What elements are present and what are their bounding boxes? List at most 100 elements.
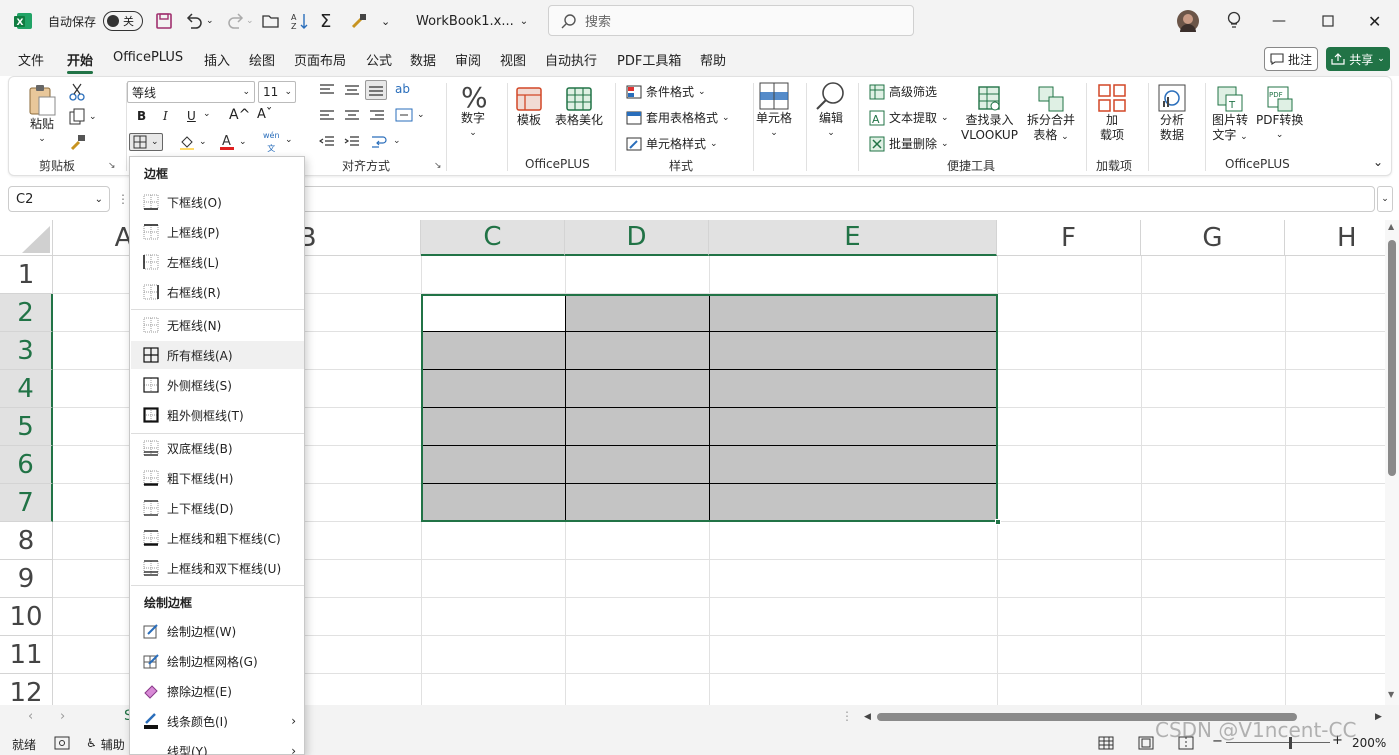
accessibility-status[interactable]: ♿ 辅助 <box>86 736 125 753</box>
clipboard-launcher-icon[interactable]: ↘ <box>108 161 116 171</box>
paste-button[interactable]: 粘贴 ⌄ <box>27 83 57 147</box>
column-header-e[interactable]: E <box>709 220 997 256</box>
borders-button[interactable]: ⌄ <box>129 133 163 151</box>
template-button[interactable]: 模板 <box>515 85 543 128</box>
row-header-11[interactable]: 11 <box>0 636 53 674</box>
number-format-button[interactable]: % 数字 ⌄ <box>459 81 487 141</box>
tab-page-layout[interactable]: 页面布局 <box>294 50 346 69</box>
save-icon[interactable] <box>155 0 173 42</box>
cut-icon[interactable] <box>69 83 85 101</box>
menu-item-right-border[interactable]: 右框线(R) <box>131 278 304 306</box>
macro-recorder-icon[interactable] <box>54 736 70 753</box>
sort-icon[interactable]: AZ <box>290 0 310 42</box>
share-button[interactable]: 共享 ⌄ <box>1326 47 1390 71</box>
column-header-g[interactable]: G <box>1141 220 1285 256</box>
tab-review[interactable]: 审阅 <box>455 50 481 69</box>
cell-styles-button[interactable]: 单元格样式 ⌄ <box>626 135 718 152</box>
tab-draw[interactable]: 绘图 <box>249 50 275 69</box>
align-middle-icon[interactable] <box>344 83 360 97</box>
vlookup-button[interactable]: 查找录入 VLOOKUP <box>961 85 1018 143</box>
tab-formulas[interactable]: 公式 <box>366 50 392 69</box>
comments-button[interactable]: 批注 <box>1264 47 1318 71</box>
search-box[interactable]: 搜索 <box>548 5 914 36</box>
merge-center-icon[interactable]: ⌄ <box>395 107 425 123</box>
row-header-4[interactable]: 4 <box>0 370 53 408</box>
editing-button[interactable]: 编辑 ⌄ <box>815 81 847 141</box>
orientation-icon[interactable]: ab <box>395 82 410 96</box>
sheet-next-icon[interactable]: › <box>60 709 65 724</box>
vertical-scroll-thumb[interactable] <box>1388 240 1396 476</box>
vertical-scrollbar[interactable]: ▲ ▼ <box>1385 220 1399 705</box>
name-box[interactable]: C2 ⌄ <box>8 186 110 212</box>
table-beautify-button[interactable]: 表格美化 <box>555 85 603 128</box>
split-merge-button[interactable]: 拆分合并 表格 ⌄ <box>1027 85 1075 145</box>
underline-button[interactable]: U <box>187 109 196 123</box>
row-header-1[interactable]: 1 <box>0 256 53 294</box>
customize-qa-icon[interactable]: ⌄ <box>381 0 390 42</box>
filename[interactable]: WorkBook1.x... ⌄ <box>416 0 528 42</box>
align-left-icon[interactable] <box>319 109 335 123</box>
tab-view[interactable]: 视图 <box>500 50 526 69</box>
shrink-font-button[interactable]: Aˇ <box>257 107 272 122</box>
row-header-7[interactable]: 7 <box>0 484 53 522</box>
hscroll-right-icon[interactable]: ▶ <box>1375 712 1382 722</box>
expand-formula-bar-icon[interactable]: ⌄ <box>1377 186 1393 212</box>
sheet-prev-icon[interactable]: ‹ <box>28 709 33 724</box>
phonetic-icon[interactable]: wén 文 <box>263 131 280 153</box>
format-painter-icon[interactable] <box>69 133 87 151</box>
decrease-indent-icon[interactable] <box>319 135 335 149</box>
bold-button[interactable]: B <box>137 109 146 123</box>
undo-icon[interactable]: ⌄ <box>184 0 214 42</box>
pdf-convert-button[interactable]: PDF PDF转换 ⌄ <box>1256 85 1303 143</box>
page-layout-view-icon[interactable] <box>1138 736 1154 753</box>
batch-delete-button[interactable]: 批量删除 ⌄ <box>869 135 949 152</box>
menu-item-top-border[interactable]: 上框线(P) <box>131 218 304 246</box>
autosum-icon[interactable]: Σ <box>320 0 331 42</box>
phonetic-dropdown-icon[interactable]: ⌄ <box>285 135 293 145</box>
close-icon[interactable]: ✕ <box>1368 0 1381 42</box>
align-bottom-icon[interactable] <box>365 80 387 100</box>
column-header-h[interactable]: H <box>1285 220 1385 256</box>
increase-indent-icon[interactable] <box>344 135 360 149</box>
advanced-filter-button[interactable]: 高级筛选 <box>869 83 937 100</box>
menu-item-draw-border[interactable]: 绘制边框(W) <box>131 617 304 645</box>
grow-font-button[interactable]: A^ <box>229 107 250 123</box>
menu-item-bottom-border[interactable]: 下框线(O) <box>131 188 304 216</box>
active-cell[interactable] <box>423 296 565 331</box>
row-header-3[interactable]: 3 <box>0 332 53 370</box>
row-header-10[interactable]: 10 <box>0 598 53 636</box>
menu-item-draw-border-grid[interactable]: 绘制边框网格(G) <box>131 647 304 675</box>
fill-color-icon[interactable]: ⌄ <box>179 134 207 150</box>
align-right-icon[interactable] <box>369 109 385 123</box>
italic-button[interactable]: I <box>163 109 168 123</box>
format-painter-qa-icon[interactable] <box>350 0 368 42</box>
column-header-c[interactable]: C <box>421 220 565 256</box>
avatar[interactable] <box>1177 0 1199 42</box>
tab-automate[interactable]: 自动执行 <box>545 50 597 69</box>
menu-item-top-bottom-border[interactable]: 上下框线(D) <box>131 494 304 522</box>
format-as-table-button[interactable]: 套用表格格式 ⌄ <box>626 109 730 126</box>
tab-help[interactable]: 帮助 <box>700 50 726 69</box>
menu-item-top-double-bottom-border[interactable]: 上框线和双下框线(U) <box>131 554 304 582</box>
alignment-launcher-icon[interactable]: ↘ <box>434 161 442 171</box>
collapse-ribbon-icon[interactable]: ⌄ <box>1373 155 1383 169</box>
tab-home[interactable]: 开始 <box>67 50 94 74</box>
column-header-f[interactable]: F <box>997 220 1141 256</box>
normal-view-icon[interactable] <box>1098 736 1114 753</box>
sheetbar-splitter-icon[interactable]: ⋮ <box>841 709 853 723</box>
align-top-icon[interactable] <box>319 83 335 97</box>
column-header-d[interactable]: D <box>565 220 709 256</box>
tab-officeplus[interactable]: OfficePLUS <box>113 50 183 65</box>
formula-input[interactable] <box>300 186 1375 212</box>
menu-item-thick-bottom-border[interactable]: 粗下框线(H) <box>131 464 304 492</box>
tab-pdf-toolbox[interactable]: PDF工具箱 <box>617 50 681 69</box>
row-header-5[interactable]: 5 <box>0 408 53 446</box>
copy-icon[interactable]: ⌄ <box>69 108 97 126</box>
conditional-format-button[interactable]: 条件格式 ⌄ <box>626 83 706 100</box>
menu-item-line-style[interactable]: 线型(Y) › <box>131 737 304 755</box>
hscroll-left-icon[interactable]: ◀ <box>864 712 871 722</box>
menu-item-thick-outside-borders[interactable]: 粗外侧框线(T) <box>131 401 304 429</box>
menu-item-left-border[interactable]: 左框线(L) <box>131 248 304 276</box>
lightbulb-icon[interactable] <box>1226 0 1242 42</box>
row-header-8[interactable]: 8 <box>0 522 53 560</box>
